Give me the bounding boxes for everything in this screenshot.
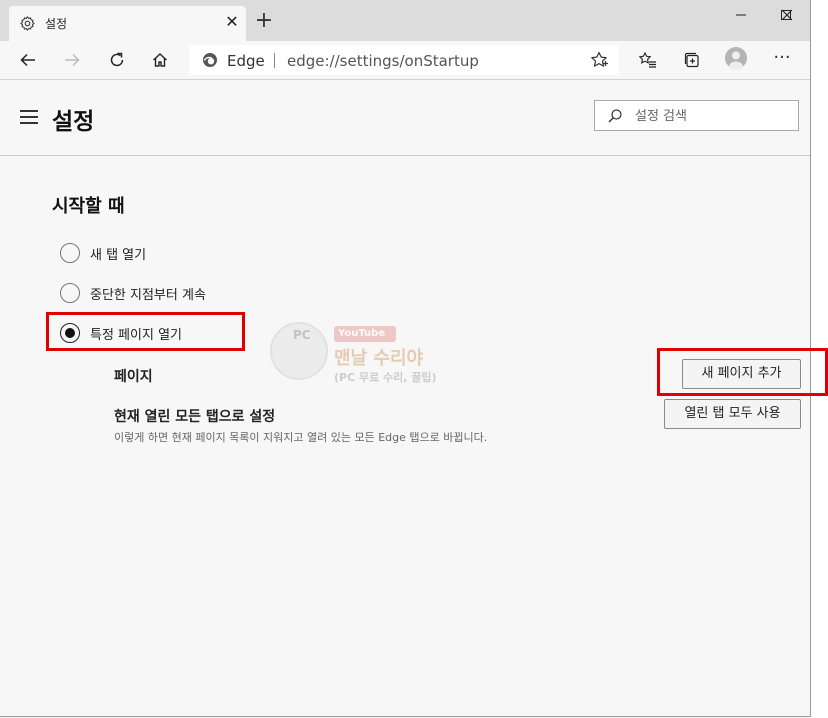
- refresh-button[interactable]: [103, 46, 131, 74]
- add-new-page-button[interactable]: 새 페이지 추가: [682, 359, 801, 389]
- forward-button[interactable]: [58, 46, 86, 74]
- url-text[interactable]: edge://settings/onStartup: [287, 52, 479, 70]
- watermark-subtitle: (PC 무료 수리, 꿀팁): [334, 371, 437, 384]
- minimize-button[interactable]: [719, 0, 764, 30]
- profile-avatar[interactable]: [725, 47, 747, 69]
- use-open-tabs-title: 현재 열린 모든 탭으로 설정: [114, 409, 276, 425]
- section-title-startup: 시작할 때: [52, 196, 125, 217]
- tab-settings[interactable]: 설정 ✕: [9, 6, 246, 41]
- close-icon: [781, 9, 793, 21]
- channel-watermark: PC YouTube 맨날 수리야 (PC 무료 수리, 꿀팁): [270, 322, 450, 392]
- home-button[interactable]: [146, 46, 174, 74]
- desktop-background: [811, 0, 828, 718]
- use-open-tabs-description: 이렇게 하면 현재 페이지 목록이 지워지고 열려 있는 모든 Edge 탭으로…: [114, 431, 488, 444]
- favorites-button[interactable]: [634, 46, 662, 74]
- collections-button[interactable]: [678, 46, 706, 74]
- more-menu-icon[interactable]: ···: [768, 46, 796, 74]
- refresh-icon: [110, 52, 124, 67]
- browser-window: 설정 ✕ + Edge edge://settings/onStartup ··…: [0, 0, 811, 717]
- person-icon: [729, 51, 743, 69]
- radio-button[interactable]: [60, 243, 80, 263]
- settings-search-box[interactable]: [594, 100, 799, 132]
- watermark-logo: [270, 322, 328, 380]
- pages-label: 페이지: [114, 369, 153, 385]
- home-icon: [153, 53, 167, 67]
- watermark-pc-text: PC: [293, 328, 311, 342]
- use-all-open-tabs-button[interactable]: 열린 탭 모두 사용: [664, 399, 801, 429]
- edge-label: Edge: [227, 52, 265, 70]
- hamburger-menu-icon[interactable]: [20, 110, 38, 124]
- page-title: 설정: [52, 109, 95, 135]
- add-favorite-star-icon[interactable]: [589, 50, 609, 70]
- gear-icon: [20, 16, 35, 31]
- forward-arrow-icon: [65, 53, 80, 67]
- browser-toolbar: Edge edge://settings/onStartup ···: [0, 41, 810, 80]
- radio-label: 중단한 지점부터 계속: [90, 288, 206, 303]
- search-input[interactable]: [633, 101, 797, 132]
- search-icon: [608, 109, 622, 123]
- favorites-icon: [639, 51, 656, 68]
- tab-title: 설정: [45, 17, 68, 31]
- radio-label: 새 탭 열기: [90, 248, 147, 263]
- settings-header: 설정: [0, 80, 810, 156]
- address-separator: [274, 53, 275, 68]
- new-tab-icon[interactable]: +: [253, 10, 275, 32]
- back-button[interactable]: [14, 46, 42, 74]
- address-bar[interactable]: Edge edge://settings/onStartup: [189, 45, 619, 75]
- edge-logo-icon: [203, 53, 217, 67]
- radio-button-checked[interactable]: [60, 323, 80, 343]
- tab-strip: 설정 ✕ +: [0, 0, 810, 41]
- radio-button[interactable]: [60, 283, 80, 303]
- minimize-icon: [736, 14, 746, 16]
- radio-label: 특정 페이지 열기: [90, 328, 182, 343]
- collections-icon: [684, 52, 699, 68]
- youtube-badge: YouTube: [334, 326, 396, 342]
- close-window-button[interactable]: [765, 0, 810, 30]
- watermark-title: 맨날 수리야: [334, 348, 424, 369]
- back-arrow-icon: [20, 53, 35, 67]
- close-tab-icon[interactable]: ✕: [223, 13, 241, 31]
